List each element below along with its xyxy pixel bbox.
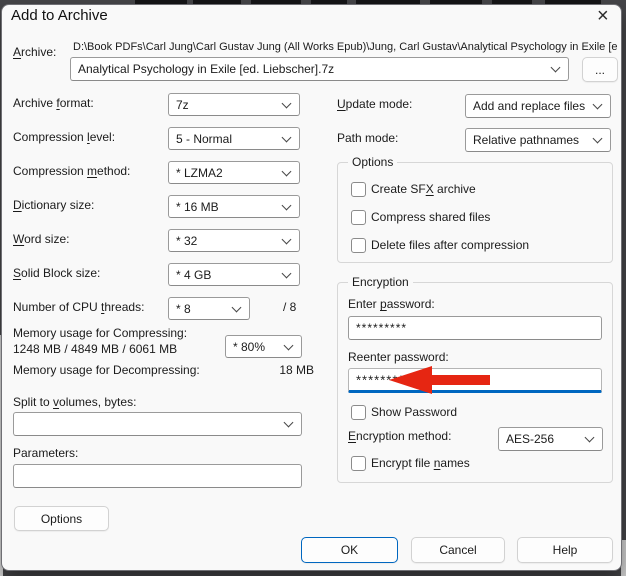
close-icon[interactable]: × bbox=[597, 6, 609, 26]
cpu-threads-max: / 8 bbox=[283, 300, 297, 314]
update-mode-combobox[interactable]: Add and replace files bbox=[465, 94, 611, 118]
ok-button[interactable]: OK bbox=[301, 537, 398, 563]
compression-level-label: Compression level: bbox=[13, 130, 116, 144]
chevron-down-icon bbox=[281, 132, 292, 142]
archive-format-combobox[interactable]: 7z bbox=[168, 93, 300, 116]
dialog-title: Add to Archive bbox=[11, 7, 108, 24]
chevron-down-icon bbox=[592, 133, 603, 144]
path-mode-value: Relative pathnames bbox=[473, 133, 580, 147]
chevron-down-icon bbox=[592, 99, 603, 110]
chevron-down-icon bbox=[281, 98, 292, 108]
delete-after-label: Delete files after compression bbox=[371, 238, 530, 252]
browse-button[interactable]: ... bbox=[582, 57, 618, 82]
memory-compressing-detail: 1248 MB / 4849 MB / 6061 MB bbox=[13, 342, 178, 356]
word-size-combobox[interactable]: * 32 bbox=[168, 229, 300, 252]
archive-format-label: Archive format: bbox=[13, 96, 94, 110]
screen: Add to Archive × Archive: D:\Book PDFs\C… bbox=[0, 0, 626, 576]
compression-method-label: Compression method: bbox=[13, 164, 131, 178]
cpu-threads-combobox[interactable]: * 8 bbox=[168, 297, 250, 320]
encryption-method-combobox[interactable]: AES-256 bbox=[498, 427, 603, 451]
memory-decompressing-label: Memory usage for Decompressing: bbox=[13, 363, 200, 377]
solid-block-size-combobox[interactable]: * 4 GB bbox=[168, 263, 300, 286]
parameters-label: Parameters: bbox=[13, 446, 79, 460]
memory-usage-combobox[interactable]: * 80% bbox=[225, 335, 302, 358]
chevron-down-icon bbox=[281, 268, 292, 278]
chevron-down-icon bbox=[281, 166, 292, 176]
path-mode-label: Path mode: bbox=[337, 131, 399, 145]
memory-compressing-label: Memory usage for Compressing: bbox=[13, 326, 188, 340]
compression-method-combobox[interactable]: * LZMA2 bbox=[168, 161, 300, 184]
help-button[interactable]: Help bbox=[517, 537, 613, 563]
enter-password-input[interactable]: ********* bbox=[348, 316, 602, 340]
word-size-value: * 32 bbox=[176, 233, 198, 248]
split-volumes-combobox[interactable] bbox=[13, 412, 302, 436]
create-sfx-checkbox[interactable] bbox=[351, 182, 366, 197]
word-size-label: Word size: bbox=[13, 232, 70, 246]
create-sfx-label: Create SFX archive bbox=[371, 182, 476, 196]
dictionary-size-combobox[interactable]: * 16 MB bbox=[168, 195, 300, 218]
reenter-password-label: Reenter password: bbox=[348, 350, 449, 364]
show-password-label: Show Password bbox=[371, 405, 458, 419]
cancel-button[interactable]: Cancel bbox=[411, 537, 505, 563]
update-mode-label: Update mode: bbox=[337, 97, 413, 111]
chevron-down-icon bbox=[283, 340, 294, 350]
archive-name-combobox[interactable]: Analytical Psychology in Exile [ed. Lieb… bbox=[70, 57, 569, 81]
enter-password-value: ********* bbox=[356, 321, 408, 335]
delete-after-checkbox[interactable] bbox=[351, 238, 366, 253]
parameters-input[interactable] bbox=[13, 464, 302, 488]
enter-password-label: Enter password: bbox=[348, 297, 435, 311]
archive-path-text: D:\Book PDFs\Carl Jung\Carl Gustav Jung … bbox=[73, 41, 618, 53]
encrypt-file-names-checkbox[interactable] bbox=[351, 456, 366, 471]
chevron-down-icon bbox=[231, 302, 242, 312]
dictionary-size-label: Dictionary size: bbox=[13, 198, 95, 212]
update-mode-value: Add and replace files bbox=[473, 99, 586, 113]
show-password-checkbox[interactable] bbox=[351, 405, 366, 420]
encryption-method-value: AES-256 bbox=[506, 432, 555, 446]
memory-decompressing-value: 18 MB bbox=[279, 363, 314, 377]
cpu-threads-label: Number of CPU threads: bbox=[13, 300, 145, 314]
archive-format-value: 7z bbox=[176, 97, 189, 112]
memory-usage-value: * 80% bbox=[233, 339, 266, 354]
cpu-threads-value: * 8 bbox=[176, 301, 191, 316]
path-mode-combobox[interactable]: Relative pathnames bbox=[465, 128, 611, 152]
encrypt-file-names-label: Encrypt file names bbox=[371, 456, 470, 470]
archive-label: Archive: bbox=[13, 45, 57, 59]
encryption-method-label: Encryption method: bbox=[348, 429, 452, 443]
compress-shared-label: Compress shared files bbox=[371, 210, 491, 224]
compression-level-value: 5 - Normal bbox=[176, 131, 233, 146]
archive-name-value: Analytical Psychology in Exile [ed. Lieb… bbox=[78, 62, 335, 76]
encryption-group-title: Encryption bbox=[348, 275, 413, 289]
chevron-down-icon bbox=[584, 432, 595, 443]
compression-level-combobox[interactable]: 5 - Normal bbox=[168, 127, 300, 150]
solid-block-size-label: Solid Block size: bbox=[13, 266, 101, 280]
chevron-down-icon bbox=[281, 200, 292, 210]
dictionary-size-value: * 16 MB bbox=[176, 199, 219, 214]
chevron-down-icon bbox=[283, 417, 294, 428]
solid-block-size-value: * 4 GB bbox=[176, 267, 212, 282]
options-group-title: Options bbox=[348, 155, 398, 169]
chevron-down-icon bbox=[550, 62, 561, 73]
compress-shared-checkbox[interactable] bbox=[351, 210, 366, 225]
compression-method-value: * LZMA2 bbox=[176, 165, 223, 180]
options-button[interactable]: Options bbox=[14, 506, 109, 531]
split-volumes-label: Split to volumes, bytes: bbox=[13, 395, 137, 409]
chevron-down-icon bbox=[281, 234, 292, 244]
red-arrow-annotation bbox=[389, 366, 490, 394]
